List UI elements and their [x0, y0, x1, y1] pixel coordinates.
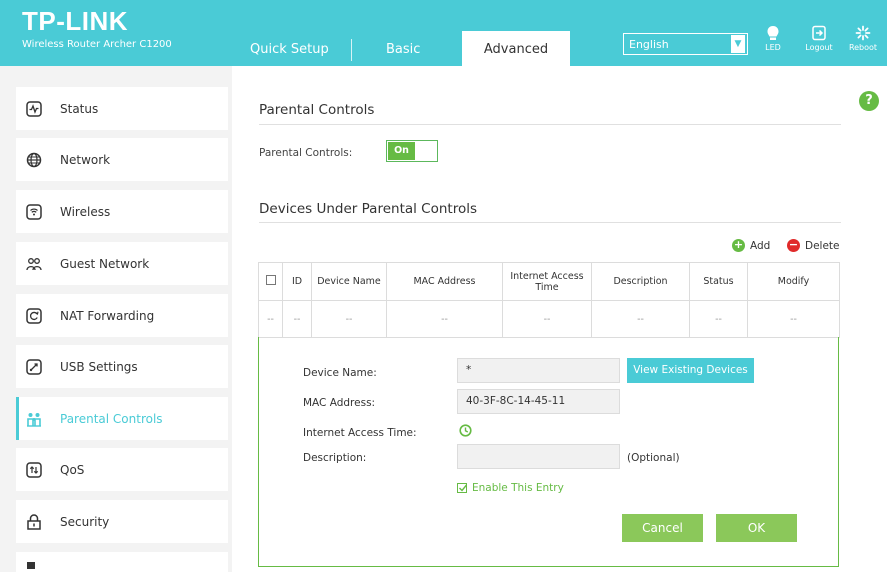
sidebar-item-usb-settings[interactable]: USB Settings — [16, 345, 228, 388]
column-header-modify: Modify — [747, 262, 840, 301]
sidebar-item-label: Parental Controls — [60, 411, 163, 426]
sidebar-item-partial[interactable] — [16, 552, 228, 572]
column-header-device-name: Device Name — [311, 262, 387, 301]
reboot-button[interactable]: Reboot — [846, 25, 880, 53]
delete-label: Delete — [805, 239, 840, 252]
column-header-mac-address: MAC Address — [386, 262, 503, 301]
mac-address-input[interactable]: 40-3F-8C-14-45-11 — [457, 389, 620, 414]
column-header-description: Description — [591, 262, 690, 301]
brand-logo: TP-LINK — [22, 6, 129, 36]
guest-icon — [26, 256, 42, 272]
status-icon — [26, 100, 42, 117]
device-name-input[interactable]: * — [457, 358, 620, 383]
sidebar-item-label: Guest Network — [60, 256, 150, 271]
sidebar-item-label: USB Settings — [60, 359, 138, 374]
plus-icon: + — [732, 238, 745, 252]
sidebar-item-label: QoS — [60, 462, 85, 477]
logout-button[interactable]: Logout — [802, 25, 836, 53]
family-icon — [26, 411, 42, 427]
sidebar-item-label: Status — [60, 101, 99, 116]
section-divider — [259, 222, 841, 223]
table-cell: -- — [386, 300, 503, 338]
ok-button[interactable]: OK — [716, 514, 797, 542]
delete-button[interactable]: − Delete — [787, 239, 840, 252]
parental-controls-toggle[interactable]: On — [386, 140, 438, 162]
enable-entry-checkbox[interactable]: Enable This Entry — [457, 482, 564, 494]
enable-entry-label: Enable This Entry — [472, 482, 564, 494]
cancel-button[interactable]: Cancel — [622, 514, 703, 542]
tab-basic[interactable]: Basic — [386, 40, 420, 60]
led-button[interactable]: LED — [756, 25, 790, 53]
table-cell: -- — [591, 300, 690, 338]
partial-icon — [26, 556, 42, 572]
sidebar-item-wireless[interactable]: Wireless — [16, 190, 228, 233]
sidebar-item-status[interactable]: Status — [16, 87, 228, 130]
nat-icon — [26, 307, 42, 324]
parental-controls-label: Parental Controls: — [259, 147, 353, 159]
optional-hint: (Optional) — [627, 452, 680, 464]
tab-quick-setup[interactable]: Quick Setup — [250, 40, 329, 60]
section-title-parental-controls: Parental Controls — [259, 102, 375, 118]
sidebar-item-label: Network — [60, 152, 111, 167]
reboot-label: Reboot — [848, 43, 878, 52]
sidebar-item-label: Security — [60, 514, 110, 529]
table-cell: -- — [258, 300, 283, 338]
internet-access-time-label: Internet Access Time: — [303, 427, 417, 439]
devices-table: ID Device Name MAC Address Internet Acce… — [258, 262, 840, 338]
bulb-icon — [767, 26, 779, 40]
router-model: Wireless Router Archer C1200 — [22, 39, 172, 50]
usb-icon — [26, 358, 42, 375]
section-divider — [259, 124, 841, 125]
sidebar-item-nat-forwarding[interactable]: NAT Forwarding — [16, 294, 228, 337]
sidebar-item-qos[interactable]: QoS — [16, 448, 228, 491]
description-input[interactable] — [457, 444, 620, 469]
language-select[interactable]: English ▼ — [623, 33, 748, 55]
sidebar-item-security[interactable]: Security — [16, 500, 228, 543]
sidebar-item-guest-network[interactable]: Guest Network — [16, 242, 228, 285]
globe-icon — [26, 152, 42, 168]
wifi-icon — [26, 203, 42, 220]
table-row: -- -- -- -- -- -- -- -- — [258, 300, 840, 338]
toggle-on-label: On — [388, 142, 415, 160]
checkmark-icon — [457, 483, 468, 493]
view-existing-devices-button[interactable]: View Existing Devices — [627, 358, 754, 383]
clock-icon[interactable] — [459, 424, 472, 437]
logout-label: Logout — [805, 43, 833, 52]
device-name-label: Device Name: — [303, 367, 377, 379]
add-button[interactable]: + Add — [732, 239, 770, 252]
sidebar-item-parental-controls[interactable]: Parental Controls — [16, 397, 228, 440]
help-icon[interactable]: ? — [859, 91, 879, 111]
qos-icon — [26, 461, 42, 478]
tab-separator — [351, 39, 352, 61]
lock-icon — [26, 513, 42, 530]
chevron-down-icon: ▼ — [731, 35, 745, 53]
sidebar: Status Network Wireless Guest Network NA… — [0, 66, 232, 572]
led-label: LED — [765, 43, 781, 52]
column-header-id: ID — [282, 262, 312, 301]
language-value: English — [629, 37, 669, 51]
add-label: Add — [750, 239, 771, 252]
select-all-cell[interactable] — [258, 262, 283, 301]
logout-icon — [812, 25, 826, 41]
sidebar-item-label: NAT Forwarding — [60, 308, 155, 323]
select-all-checkbox[interactable] — [265, 275, 276, 285]
column-header-internet-access-time: Internet Access Time — [502, 262, 592, 301]
column-header-status: Status — [689, 262, 748, 301]
table-header-row: ID Device Name MAC Address Internet Acce… — [258, 262, 840, 301]
table-cell: -- — [747, 300, 840, 338]
table-cell: -- — [502, 300, 592, 338]
description-label: Description: — [303, 452, 367, 464]
section-title-devices: Devices Under Parental Controls — [259, 201, 478, 217]
table-cell: -- — [282, 300, 312, 338]
sidebar-item-network[interactable]: Network — [16, 138, 228, 181]
minus-icon: − — [787, 238, 800, 252]
mac-address-label: MAC Address: — [303, 397, 376, 409]
top-header: TP-LINK Wireless Router Archer C1200 Qui… — [0, 0, 887, 66]
sidebar-item-label: Wireless — [60, 204, 111, 219]
table-cell: -- — [311, 300, 387, 338]
tab-advanced[interactable]: Advanced — [462, 31, 570, 66]
reboot-icon — [855, 25, 871, 41]
table-cell: -- — [689, 300, 748, 338]
